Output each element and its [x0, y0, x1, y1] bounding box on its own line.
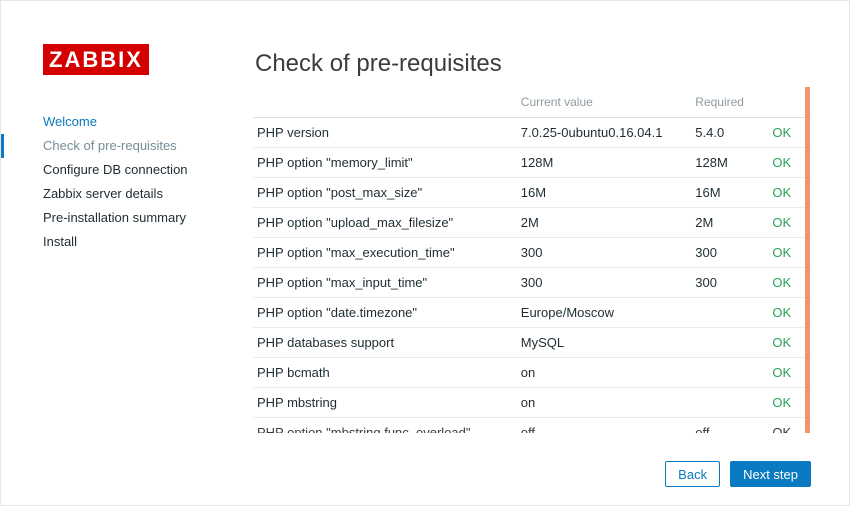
table-row: PHP option "memory_limit"128M128MOK [253, 147, 811, 177]
cell-required: 300 [691, 267, 768, 297]
cell-name: PHP option "mbstring.func_overload" [253, 417, 517, 433]
cell-required: 2M [691, 207, 768, 237]
sidebar-item-3[interactable]: Zabbix server details [43, 182, 223, 206]
cell-required: 16M [691, 177, 768, 207]
cell-required [691, 327, 768, 357]
cell-required: off [691, 417, 768, 433]
sidebar-item-4[interactable]: Pre-installation summary [43, 206, 223, 230]
cell-name: PHP option "upload_max_filesize" [253, 207, 517, 237]
cell-required [691, 297, 768, 327]
sidebar-item-2[interactable]: Configure DB connection [43, 158, 223, 182]
sidebar-item-1[interactable]: Check of pre-requisites [43, 134, 223, 158]
cell-current: Europe/Moscow [517, 297, 692, 327]
cell-name: PHP option "post_max_size" [253, 177, 517, 207]
table-row: PHP option "upload_max_filesize"2M2MOK [253, 207, 811, 237]
table-row: PHP mbstringonOK [253, 387, 811, 417]
sidebar-item-5[interactable]: Install [43, 230, 223, 254]
table-body: PHP version7.0.25-0ubuntu0.16.04.15.4.0O… [253, 117, 811, 433]
table-row: PHP bcmathonOK [253, 357, 811, 387]
page-title: Check of pre-requisites [255, 50, 502, 78]
cell-current: on [517, 357, 692, 387]
prereq-table: Current value Required PHP version7.0.25… [253, 87, 811, 433]
cell-current: on [517, 387, 692, 417]
cell-current: MySQL [517, 327, 692, 357]
table-row: PHP option "date.timezone"Europe/MoscowO… [253, 297, 811, 327]
cell-name: PHP mbstring [253, 387, 517, 417]
table-row: PHP option "max_input_time"300300OK [253, 267, 811, 297]
cell-current: 16M [517, 177, 692, 207]
col-name [253, 87, 517, 117]
cell-current: 2M [517, 207, 692, 237]
cell-required: 5.4.0 [691, 117, 768, 147]
cell-current: 128M [517, 147, 692, 177]
sidebar: WelcomeCheck of pre-requisitesConfigure … [43, 110, 223, 254]
cell-name: PHP option "memory_limit" [253, 147, 517, 177]
scrollbar-accent[interactable] [805, 87, 810, 433]
cell-required [691, 387, 768, 417]
cell-required: 300 [691, 237, 768, 267]
prereq-table-wrap: Current value Required PHP version7.0.25… [253, 87, 811, 433]
col-required: Required [691, 87, 768, 117]
table-row: PHP option "mbstring.func_overload"offof… [253, 417, 811, 433]
cell-name: PHP databases support [253, 327, 517, 357]
table-row: PHP databases supportMySQLOK [253, 327, 811, 357]
cell-name: PHP option "max_execution_time" [253, 237, 517, 267]
cell-name: PHP version [253, 117, 517, 147]
cell-name: PHP option "date.timezone" [253, 297, 517, 327]
col-current: Current value [517, 87, 692, 117]
cell-current: off [517, 417, 692, 433]
cell-required: 128M [691, 147, 768, 177]
table-header-row: Current value Required [253, 87, 811, 117]
setup-window: ZABBIX WelcomeCheck of pre-requisitesCon… [0, 0, 850, 506]
back-button[interactable]: Back [665, 461, 720, 487]
table-row: PHP option "max_execution_time"300300OK [253, 237, 811, 267]
table-row: PHP option "post_max_size"16M16MOK [253, 177, 811, 207]
wizard-buttons: Back Next step [665, 461, 811, 487]
cell-current: 300 [517, 267, 692, 297]
cell-name: PHP option "max_input_time" [253, 267, 517, 297]
cell-current: 7.0.25-0ubuntu0.16.04.1 [517, 117, 692, 147]
cell-required [691, 357, 768, 387]
next-step-button[interactable]: Next step [730, 461, 811, 487]
zabbix-logo: ZABBIX [43, 44, 149, 75]
sidebar-item-0[interactable]: Welcome [43, 110, 223, 134]
table-row: PHP version7.0.25-0ubuntu0.16.04.15.4.0O… [253, 117, 811, 147]
cell-current: 300 [517, 237, 692, 267]
cell-name: PHP bcmath [253, 357, 517, 387]
